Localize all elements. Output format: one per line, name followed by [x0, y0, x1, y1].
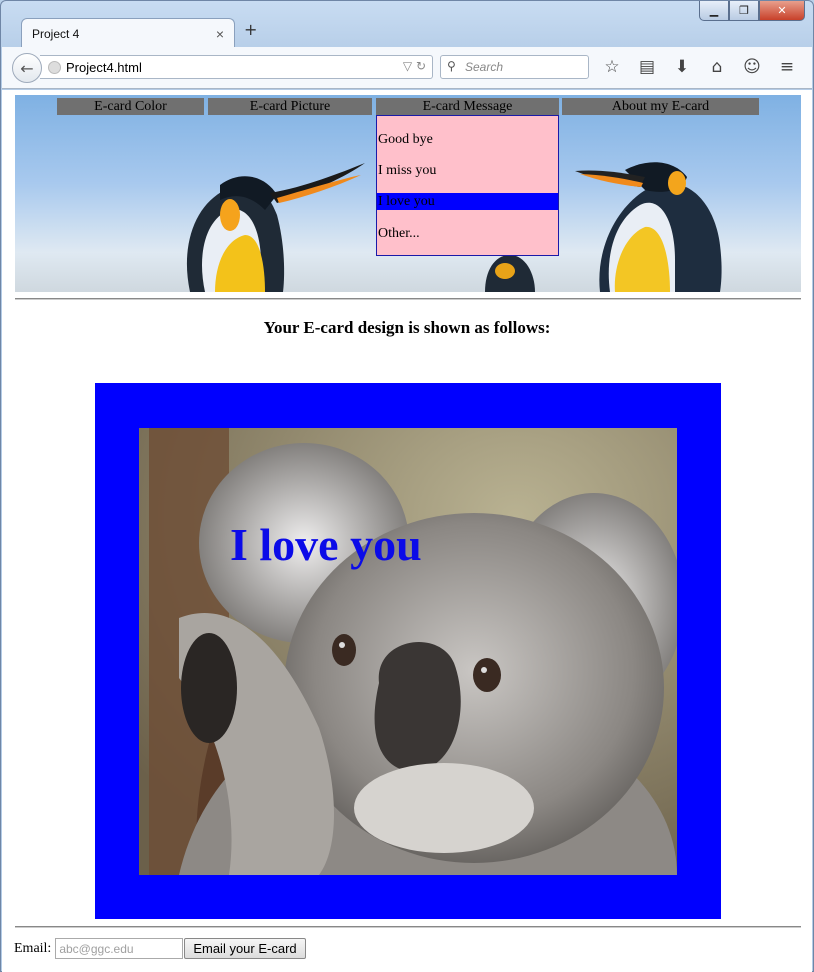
- reload-icon[interactable]: ↻: [416, 59, 426, 73]
- menu-icon[interactable]: ≡: [775, 57, 799, 77]
- search-input[interactable]: ⚲ Search: [440, 55, 589, 79]
- home-icon[interactable]: ⌂: [705, 57, 729, 77]
- koala-image: [139, 428, 677, 875]
- dropdown-item-other[interactable]: Other...: [377, 225, 558, 242]
- reading-list-icon[interactable]: ▤: [635, 57, 659, 77]
- nav-ecard-color[interactable]: E-card Color: [57, 98, 204, 115]
- dropdown-item-good-bye[interactable]: Good bye: [377, 131, 558, 148]
- bookmark-star-icon[interactable]: ☆: [600, 57, 624, 77]
- divider-bottom: [15, 926, 801, 928]
- email-ecard-button[interactable]: Email your E-card: [184, 938, 306, 959]
- email-form: Email: Email your E-card: [14, 938, 306, 959]
- minimize-icon[interactable]: ▁: [699, 1, 729, 21]
- page-heading: Your E-card design is shown as follows:: [263, 318, 551, 337]
- url-tools: ▽ ↻: [403, 59, 426, 73]
- download-icon[interactable]: ⬇: [670, 57, 694, 77]
- nav-about[interactable]: About my E-card: [562, 98, 759, 115]
- dropdown-item-i-love-you[interactable]: I love you: [377, 193, 558, 210]
- url-bar[interactable]: Project4.html ▽ ↻: [40, 55, 433, 79]
- search-icon: ⚲: [447, 59, 456, 73]
- ecard-frame: I love you: [95, 383, 721, 919]
- close-icon[interactable]: ✕: [759, 1, 805, 21]
- url-text: Project4.html: [66, 60, 142, 75]
- maximize-icon[interactable]: ❐: [729, 1, 759, 21]
- browser-tab[interactable]: Project 4 ×: [21, 18, 235, 48]
- navigation-toolbar: Project4.html ▽ ↻ ← ⚲ Search ☆ ▤ ⬇ ⌂ ☺ ≡: [2, 47, 812, 89]
- new-tab-icon[interactable]: +: [244, 20, 257, 39]
- tab-close-icon[interactable]: ×: [216, 26, 224, 42]
- tab-title: Project 4: [32, 26, 80, 41]
- dropdown-item-i-miss-you[interactable]: I miss you: [377, 162, 558, 179]
- penguin-banner: E-card Color E-card Picture E-card Messa…: [15, 95, 801, 292]
- window-controls: ▁ ❐ ✕: [699, 1, 805, 21]
- divider-top: [15, 298, 801, 300]
- page-content: E-card Color E-card Picture E-card Messa…: [2, 90, 812, 972]
- email-input[interactable]: [55, 938, 184, 959]
- dropdown-arrow-icon[interactable]: ▽: [403, 59, 412, 73]
- globe-icon: [48, 61, 61, 74]
- ecard-message: I love you: [230, 519, 422, 570]
- nav-ecard-message[interactable]: E-card Message: [376, 98, 559, 115]
- back-button[interactable]: ←: [12, 53, 42, 83]
- chat-icon[interactable]: ☺: [740, 57, 764, 77]
- toolbar-icons: ☆ ▤ ⬇ ⌂ ☺ ≡: [600, 57, 799, 77]
- koala-photo: I love you: [139, 428, 677, 875]
- nav-ecard-picture[interactable]: E-card Picture: [208, 98, 372, 115]
- message-dropdown: Good bye I miss you I love you Other...: [376, 115, 559, 256]
- back-arrow-icon: ←: [20, 58, 34, 78]
- email-label: Email:: [14, 940, 52, 956]
- browser-window: ▁ ❐ ✕ Project 4 × + Project4.html ▽ ↻ ← …: [0, 0, 814, 972]
- search-placeholder: Search: [465, 60, 504, 74]
